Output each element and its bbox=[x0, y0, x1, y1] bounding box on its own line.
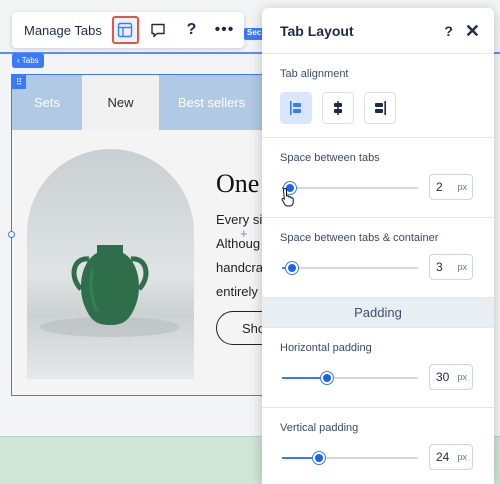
drag-handle-icon[interactable]: ⠿ bbox=[12, 75, 26, 89]
panel-title: Tab Layout bbox=[280, 22, 354, 39]
tab-new[interactable]: New bbox=[82, 75, 159, 130]
vertical-padding-slider[interactable] bbox=[282, 452, 418, 464]
unit-label: px bbox=[457, 262, 467, 272]
tab-alignment-label: Tab alignment bbox=[280, 68, 349, 80]
unit-label: px bbox=[457, 182, 467, 192]
panel-header: Tab Layout ? ✕ bbox=[262, 8, 494, 54]
tabs-element-badge[interactable]: ‹ Tabs bbox=[12, 53, 44, 68]
manage-tabs-button[interactable]: Manage Tabs bbox=[12, 23, 112, 38]
space-tabs-container-slider-row: 3 px bbox=[262, 248, 494, 288]
align-center-icon bbox=[334, 101, 342, 115]
space-tabs-container-slider[interactable] bbox=[282, 262, 418, 274]
unit-label: px bbox=[457, 452, 467, 462]
tab-best-sellers[interactable]: Best sellers bbox=[159, 75, 262, 130]
close-icon[interactable]: ✕ bbox=[465, 22, 480, 40]
space-between-tabs-label: Space between tabs bbox=[280, 152, 380, 164]
vase-icon bbox=[40, 245, 180, 337]
content-title: One bbox=[216, 169, 260, 198]
align-left-icon bbox=[290, 101, 301, 115]
vase-image bbox=[27, 149, 194, 379]
space-tabs-container-label: Space between tabs & container bbox=[280, 232, 439, 244]
slider-thumb[interactable] bbox=[285, 262, 298, 274]
help-icon[interactable]: ? bbox=[444, 23, 453, 39]
slider-thumb[interactable] bbox=[312, 452, 325, 464]
space-between-tabs-section: Space between tabs 2 px bbox=[262, 138, 494, 218]
comment-button[interactable] bbox=[145, 16, 172, 44]
alignment-options bbox=[262, 80, 494, 124]
add-icon: + bbox=[240, 226, 248, 241]
padding-section-header: Padding bbox=[262, 298, 494, 328]
space-between-tabs-value[interactable]: 2 bbox=[436, 180, 443, 194]
space-tabs-container-value[interactable]: 3 bbox=[436, 260, 443, 274]
tab-bar: Sets New Best sellers bbox=[12, 75, 262, 130]
shop-button[interactable]: Sho bbox=[216, 311, 262, 345]
resize-handle[interactable] bbox=[8, 231, 15, 238]
horizontal-padding-input[interactable]: 30 px bbox=[429, 364, 473, 390]
content-text-line: handcra bbox=[216, 260, 263, 275]
slider-thumb[interactable] bbox=[320, 372, 333, 384]
comment-icon bbox=[151, 23, 166, 38]
horizontal-padding-label: Horizontal padding bbox=[280, 342, 372, 354]
unit-label: px bbox=[457, 372, 467, 382]
space-between-tabs-slider[interactable] bbox=[282, 182, 418, 194]
layout-button[interactable] bbox=[111, 16, 139, 44]
help-button[interactable]: ? bbox=[178, 16, 205, 44]
more-actions-button[interactable]: ••• bbox=[211, 16, 238, 44]
tabs-widget[interactable]: ⠿ Sets New Best sellers One Every si Alt… bbox=[11, 74, 263, 396]
tab-alignment-section: Tab alignment bbox=[262, 54, 494, 138]
content-text-line: entirely bbox=[216, 284, 258, 299]
vertical-padding-label: Vertical padding bbox=[280, 422, 359, 434]
horizontal-padding-slider-row: 30 px bbox=[262, 358, 494, 398]
hand-cursor-icon bbox=[281, 187, 294, 207]
vertical-padding-input[interactable]: 24 px bbox=[429, 444, 473, 470]
space-between-tabs-input[interactable]: 2 px bbox=[429, 174, 473, 200]
vertical-padding-value[interactable]: 24 bbox=[436, 450, 449, 464]
vertical-padding-slider-row: 24 px bbox=[262, 438, 494, 478]
align-right-button[interactable] bbox=[364, 92, 396, 124]
horizontal-padding-value[interactable]: 30 bbox=[436, 370, 449, 384]
horizontal-padding-section: Horizontal padding 30 px bbox=[262, 328, 494, 408]
content-text-line: Althoug bbox=[216, 236, 261, 251]
space-tabs-container-section: Space between tabs & container 3 px bbox=[262, 218, 494, 298]
layout-icon bbox=[118, 22, 133, 38]
align-center-button[interactable] bbox=[322, 92, 354, 124]
element-toolbar: Manage Tabs ? ••• bbox=[12, 12, 244, 48]
content-text-line: Every si bbox=[216, 212, 263, 227]
horizontal-padding-slider[interactable] bbox=[282, 372, 418, 384]
space-between-tabs-slider-row: 2 px bbox=[262, 168, 494, 208]
space-tabs-container-input[interactable]: 3 px bbox=[429, 254, 473, 280]
align-left-button[interactable] bbox=[280, 92, 312, 124]
align-right-icon bbox=[375, 101, 386, 115]
vertical-padding-section: Vertical padding 24 px bbox=[262, 408, 494, 484]
tab-layout-panel: Tab Layout ? ✕ Tab alignment Space betwe… bbox=[262, 8, 494, 484]
